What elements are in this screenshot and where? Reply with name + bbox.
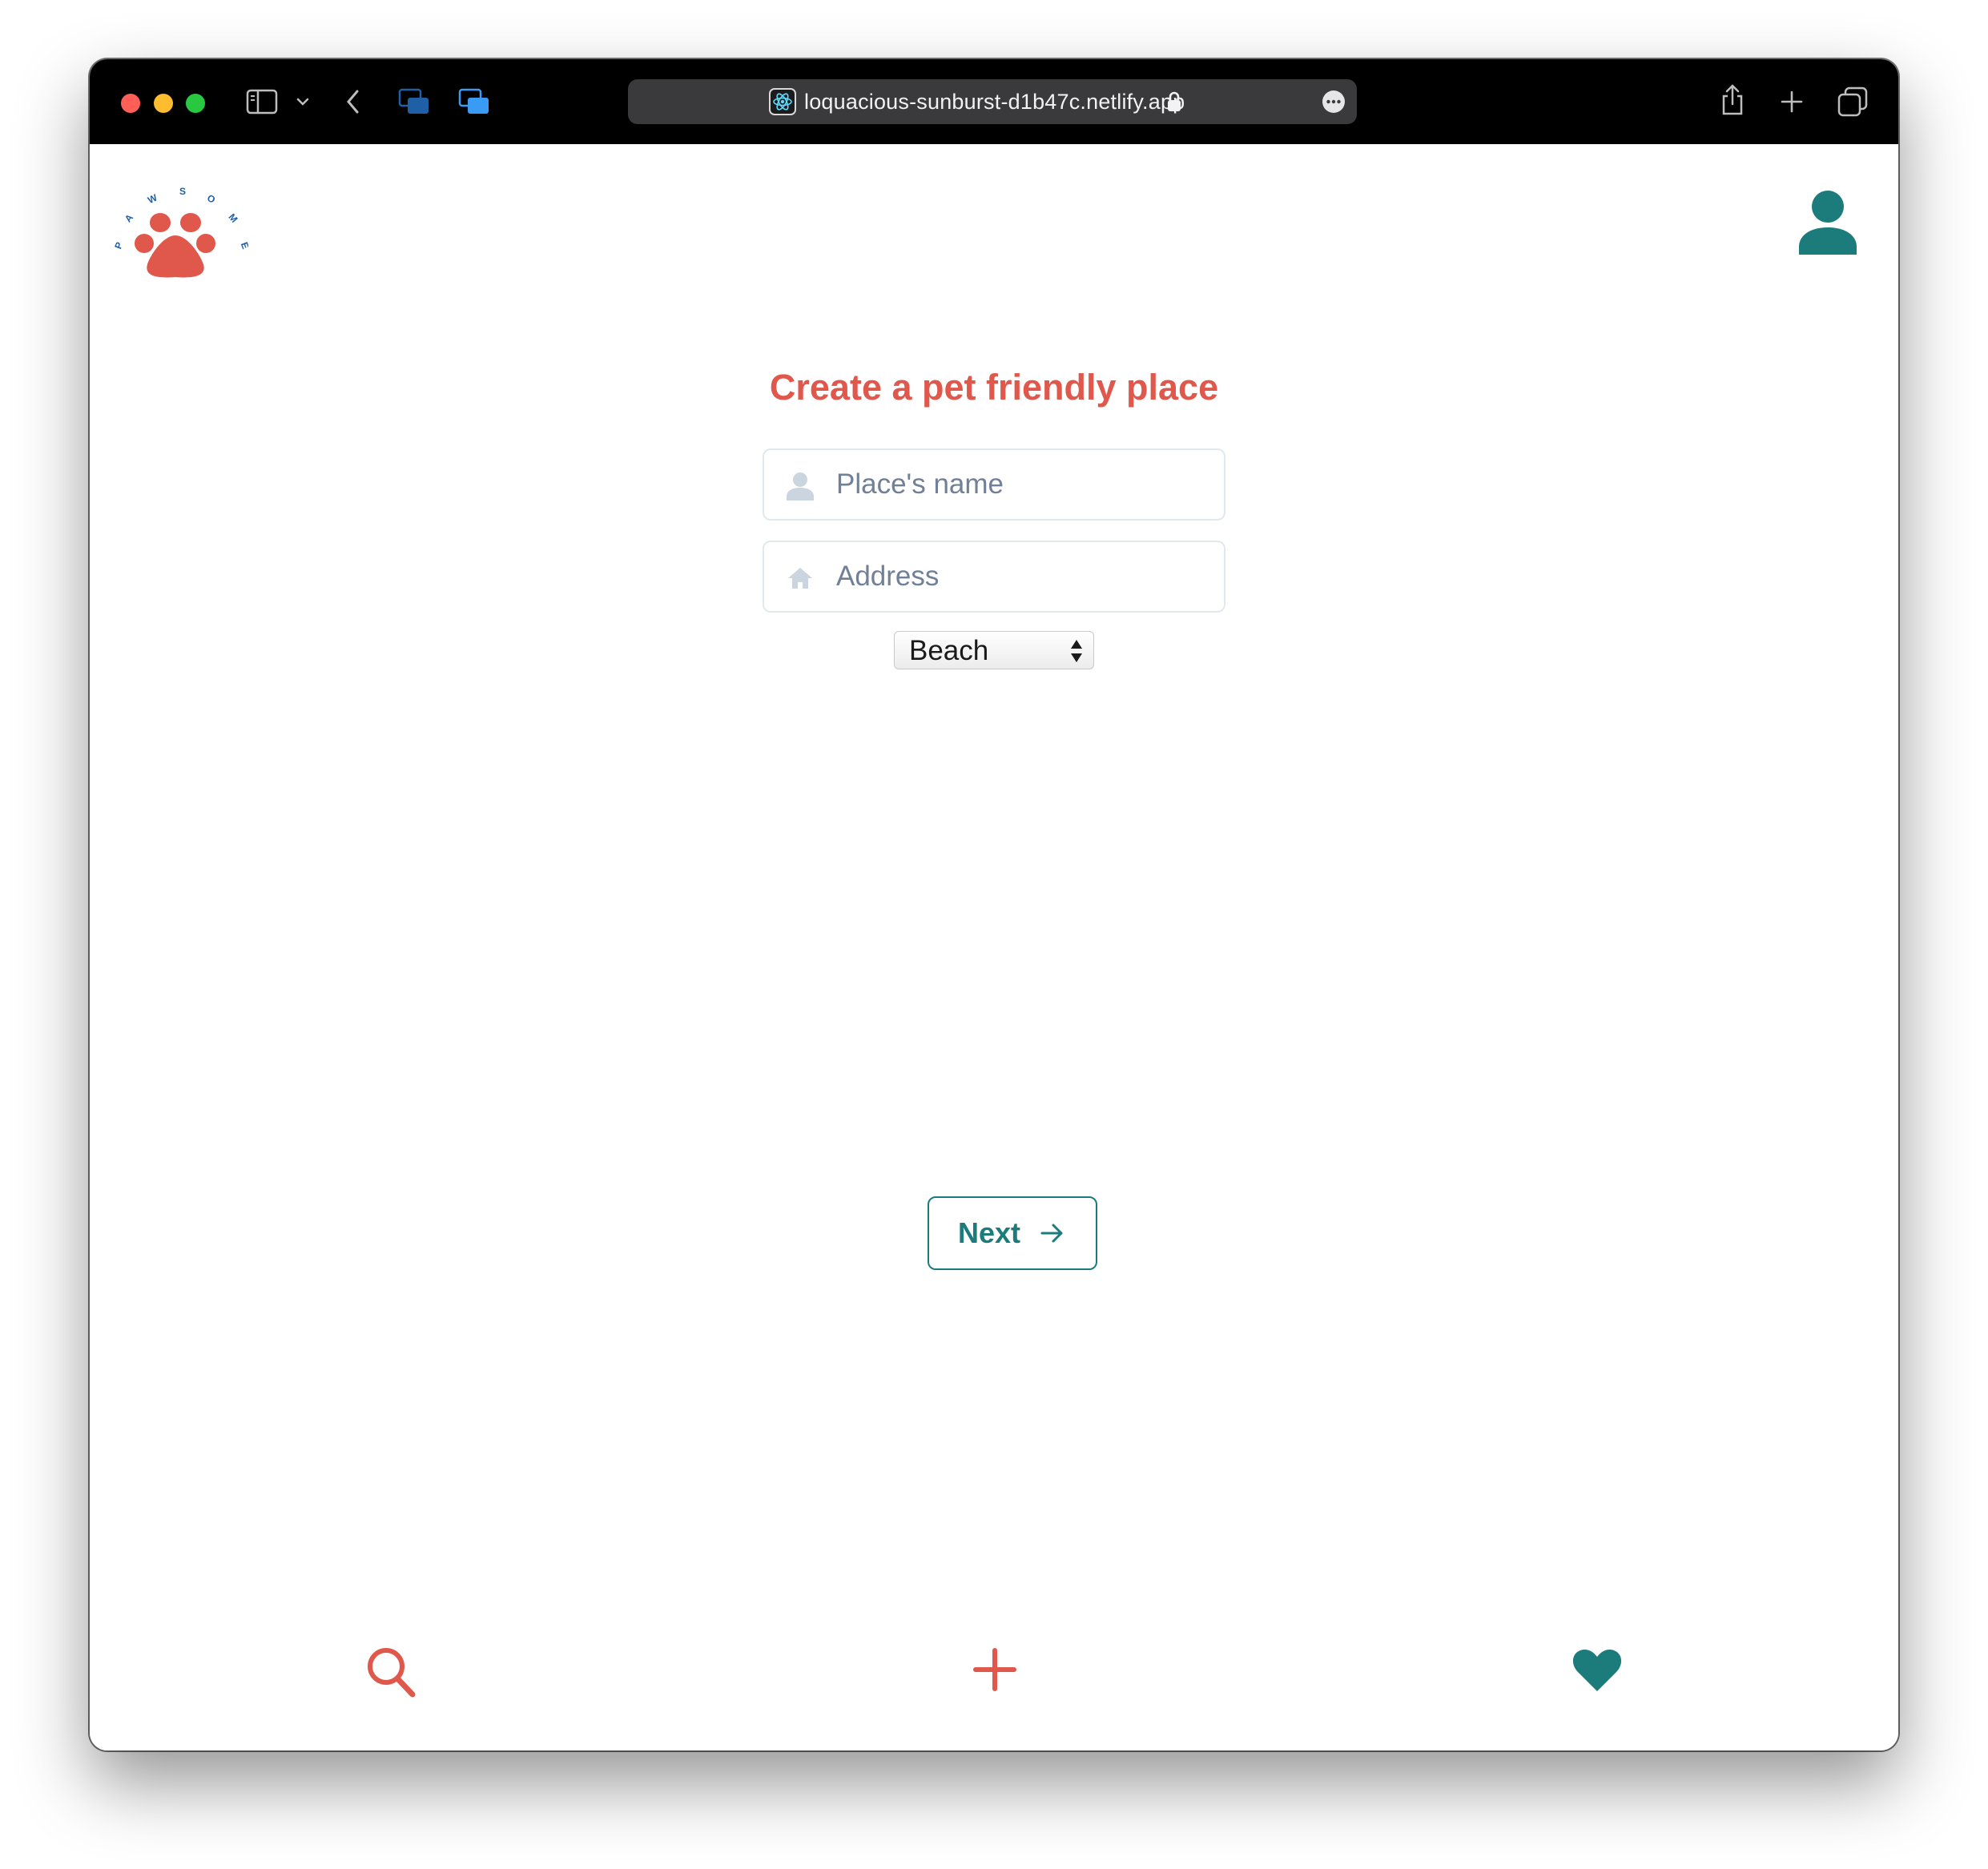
search-icon[interactable] (366, 1646, 416, 1698)
sidebar-icon[interactable] (246, 89, 278, 115)
browser-toolbar: loquacious-sunburst-d1b47c.netlify.app (90, 59, 1898, 144)
tabs-overview-icon[interactable] (1837, 86, 1868, 117)
url-text[interactable]: loquacious-sunburst-d1b47c.netlify.app (804, 79, 1185, 124)
place-name-field[interactable] (763, 448, 1225, 521)
svg-text:M: M (226, 211, 239, 225)
pawsome-logo[interactable]: P A W S O M E (112, 168, 252, 280)
address-field[interactable] (763, 541, 1225, 613)
home-icon (788, 568, 812, 589)
tab-group-icon[interactable] (398, 88, 430, 115)
close-window-button[interactable] (121, 94, 140, 113)
minimize-window-button[interactable] (154, 94, 173, 113)
address-bar[interactable]: loquacious-sunburst-d1b47c.netlify.app (628, 79, 1357, 124)
react-favicon (769, 88, 796, 115)
lock-icon (1168, 91, 1181, 111)
next-button[interactable]: Next (928, 1196, 1097, 1270)
more-icon[interactable] (1322, 90, 1346, 114)
svg-text:E: E (239, 240, 248, 250)
browser-window: loquacious-sunburst-d1b47c.netlify.app P… (90, 59, 1898, 1750)
category-select-value: Beach (909, 635, 989, 666)
next-button-label: Next (958, 1216, 1021, 1249)
svg-text:W: W (146, 191, 159, 206)
share-icon[interactable] (1719, 83, 1746, 117)
zoom-window-button[interactable] (186, 94, 205, 113)
svg-text:O: O (205, 192, 216, 206)
back-icon[interactable] (344, 88, 362, 115)
page-title: Create a pet friendly place (769, 367, 1219, 408)
screen: loquacious-sunburst-d1b47c.netlify.app P… (0, 0, 1988, 1869)
heart-icon[interactable] (1572, 1648, 1622, 1693)
plus-icon[interactable] (1780, 90, 1804, 114)
place-name-input[interactable] (836, 450, 1213, 519)
address-input[interactable] (836, 542, 1213, 611)
svg-text:P: P (112, 240, 125, 250)
tab-group-active-icon[interactable] (458, 88, 490, 115)
profile-user-icon[interactable] (1797, 189, 1858, 255)
user-icon (787, 472, 814, 500)
paw-icon (135, 213, 215, 278)
add-place-plus-icon[interactable] (973, 1648, 1016, 1691)
svg-text:A: A (123, 211, 136, 224)
chevron-down-icon[interactable] (296, 96, 310, 107)
category-select[interactable]: Beach (894, 631, 1094, 669)
svg-text:S: S (179, 186, 186, 197)
app-page: P A W S O M E Create a pet friendly plac… (90, 144, 1898, 1750)
select-arrows-icon (1071, 640, 1082, 662)
arrow-right-icon (1040, 1224, 1063, 1243)
